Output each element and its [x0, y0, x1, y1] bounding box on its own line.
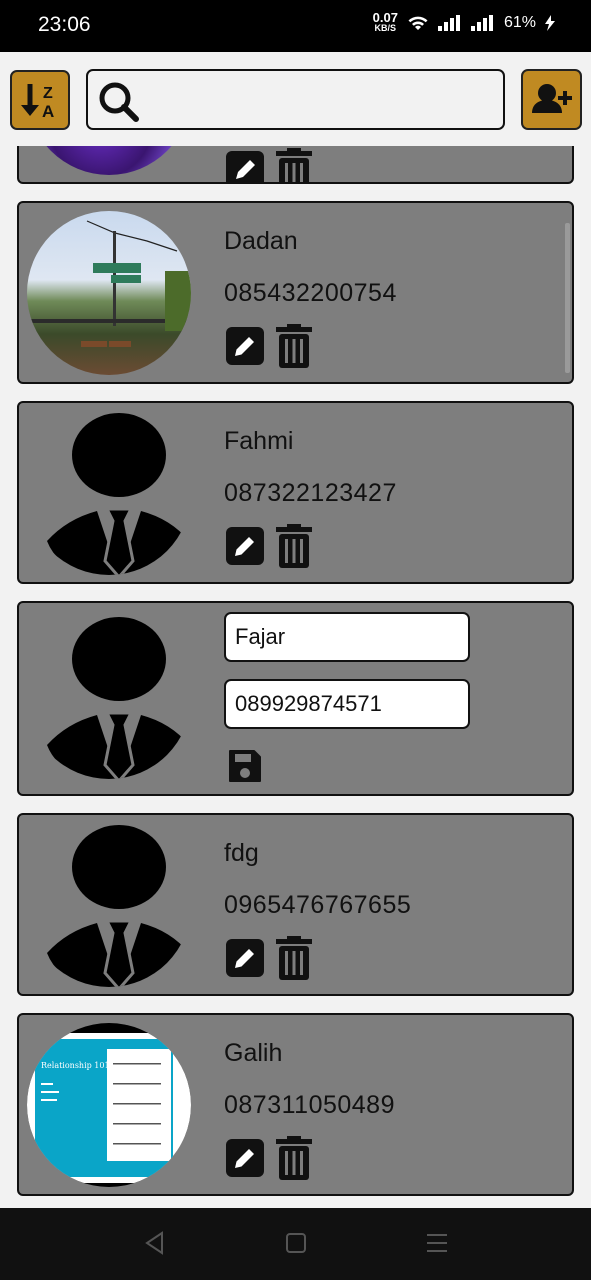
home-icon[interactable] — [284, 1230, 308, 1256]
contact-phone: 087322123427 — [224, 479, 397, 507]
charging-icon — [545, 15, 555, 31]
trash-icon[interactable] — [276, 524, 312, 568]
phone-field[interactable] — [224, 679, 470, 729]
avatar — [27, 146, 191, 175]
wifi-icon — [408, 16, 428, 30]
add-contact-button[interactable] — [521, 69, 582, 130]
default-person-icon — [47, 825, 189, 987]
contact-phone: 087311050489 — [224, 1091, 395, 1119]
save-icon[interactable] — [226, 747, 264, 785]
edit-button[interactable] — [226, 327, 264, 365]
pencil-icon — [235, 537, 254, 556]
contact-phone: 0965476767655 — [224, 891, 412, 919]
default-person-icon — [47, 617, 189, 779]
edit-button[interactable] — [226, 151, 264, 182]
navigation-bar — [0, 1208, 591, 1280]
sort-alpha-desc-icon: Z A — [21, 84, 54, 121]
contact-card: Fahmi 087322123427 — [17, 401, 574, 584]
contact-card: Relationship 1010 Galih 087311050489 — [17, 1013, 574, 1196]
battery-percent: 61% — [503, 14, 536, 31]
pencil-icon — [235, 337, 254, 356]
pencil-icon — [235, 949, 254, 968]
search-box[interactable] — [86, 69, 505, 130]
slide-photo-icon: Relationship 1010 — [27, 1033, 191, 1183]
trash-icon[interactable] — [276, 324, 312, 368]
contact-name: fdg — [224, 839, 259, 867]
contact-card: Dadan 085432200754 — [17, 201, 574, 384]
contact-name: Fahmi — [224, 427, 294, 455]
menu-icon[interactable] — [425, 1230, 449, 1256]
signal-icon-2 — [470, 15, 493, 31]
svg-text:Relationship 1010: Relationship 1010 — [41, 1061, 115, 1070]
network-speed: 0.07 KB/S — [373, 11, 398, 34]
edit-button[interactable] — [226, 1139, 264, 1177]
toolbar: Z A — [0, 52, 591, 146]
add-user-icon — [532, 84, 572, 113]
avatar: Relationship 1010 — [27, 1023, 191, 1187]
sort-button[interactable]: Z A — [10, 70, 70, 130]
network-speed-unit: KB/S — [374, 23, 397, 33]
contact-card: fdg 0965476767655 — [17, 813, 574, 996]
status-icons: 0.07 KB/S 61% — [373, 11, 555, 34]
status-time: 23:06 — [38, 13, 91, 36]
back-icon[interactable] — [142, 1230, 168, 1256]
svg-text:A: A — [42, 102, 54, 121]
name-field[interactable] — [224, 612, 470, 662]
contact-card-editing — [17, 601, 574, 796]
scrollbar-thumb[interactable] — [565, 223, 570, 373]
status-bar: 23:06 0.07 KB/S 61% — [0, 0, 591, 52]
avatar — [27, 211, 191, 375]
trash-icon[interactable] — [276, 1136, 312, 1180]
search-icon — [99, 82, 139, 122]
trash-icon[interactable] — [276, 148, 312, 184]
contact-list[interactable]: Dadan 085432200754 Fahmi 087322123427 Fa… — [0, 146, 591, 1208]
svg-text:Z: Z — [43, 85, 53, 102]
contact-card — [17, 146, 574, 184]
default-person-icon — [47, 413, 189, 575]
landscape-photo-icon — [27, 220, 191, 347]
contact-name: Galih — [224, 1039, 283, 1067]
search-input[interactable] — [148, 81, 488, 119]
pencil-icon — [235, 160, 255, 180]
edit-button[interactable] — [226, 939, 264, 977]
contact-phone: 085432200754 — [224, 279, 397, 307]
pencil-icon — [235, 1149, 254, 1168]
contact-name: Dadan — [224, 227, 298, 255]
trash-icon[interactable] — [276, 936, 312, 980]
signal-icon — [437, 15, 460, 31]
edit-button[interactable] — [226, 527, 264, 565]
